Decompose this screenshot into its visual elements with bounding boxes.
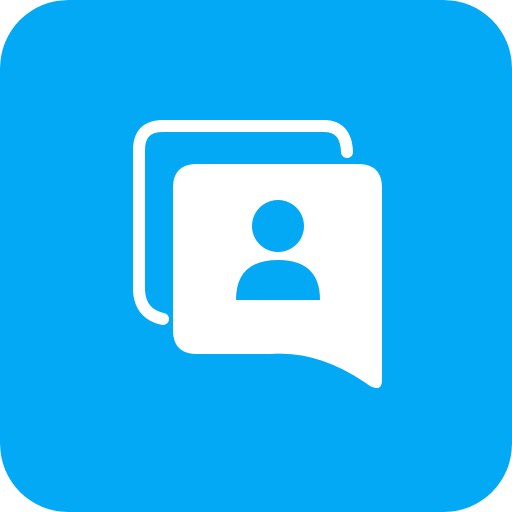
contacts-chat-icon [0,0,512,512]
user-head-icon [252,200,304,252]
app-icon[interactable] [0,0,512,512]
